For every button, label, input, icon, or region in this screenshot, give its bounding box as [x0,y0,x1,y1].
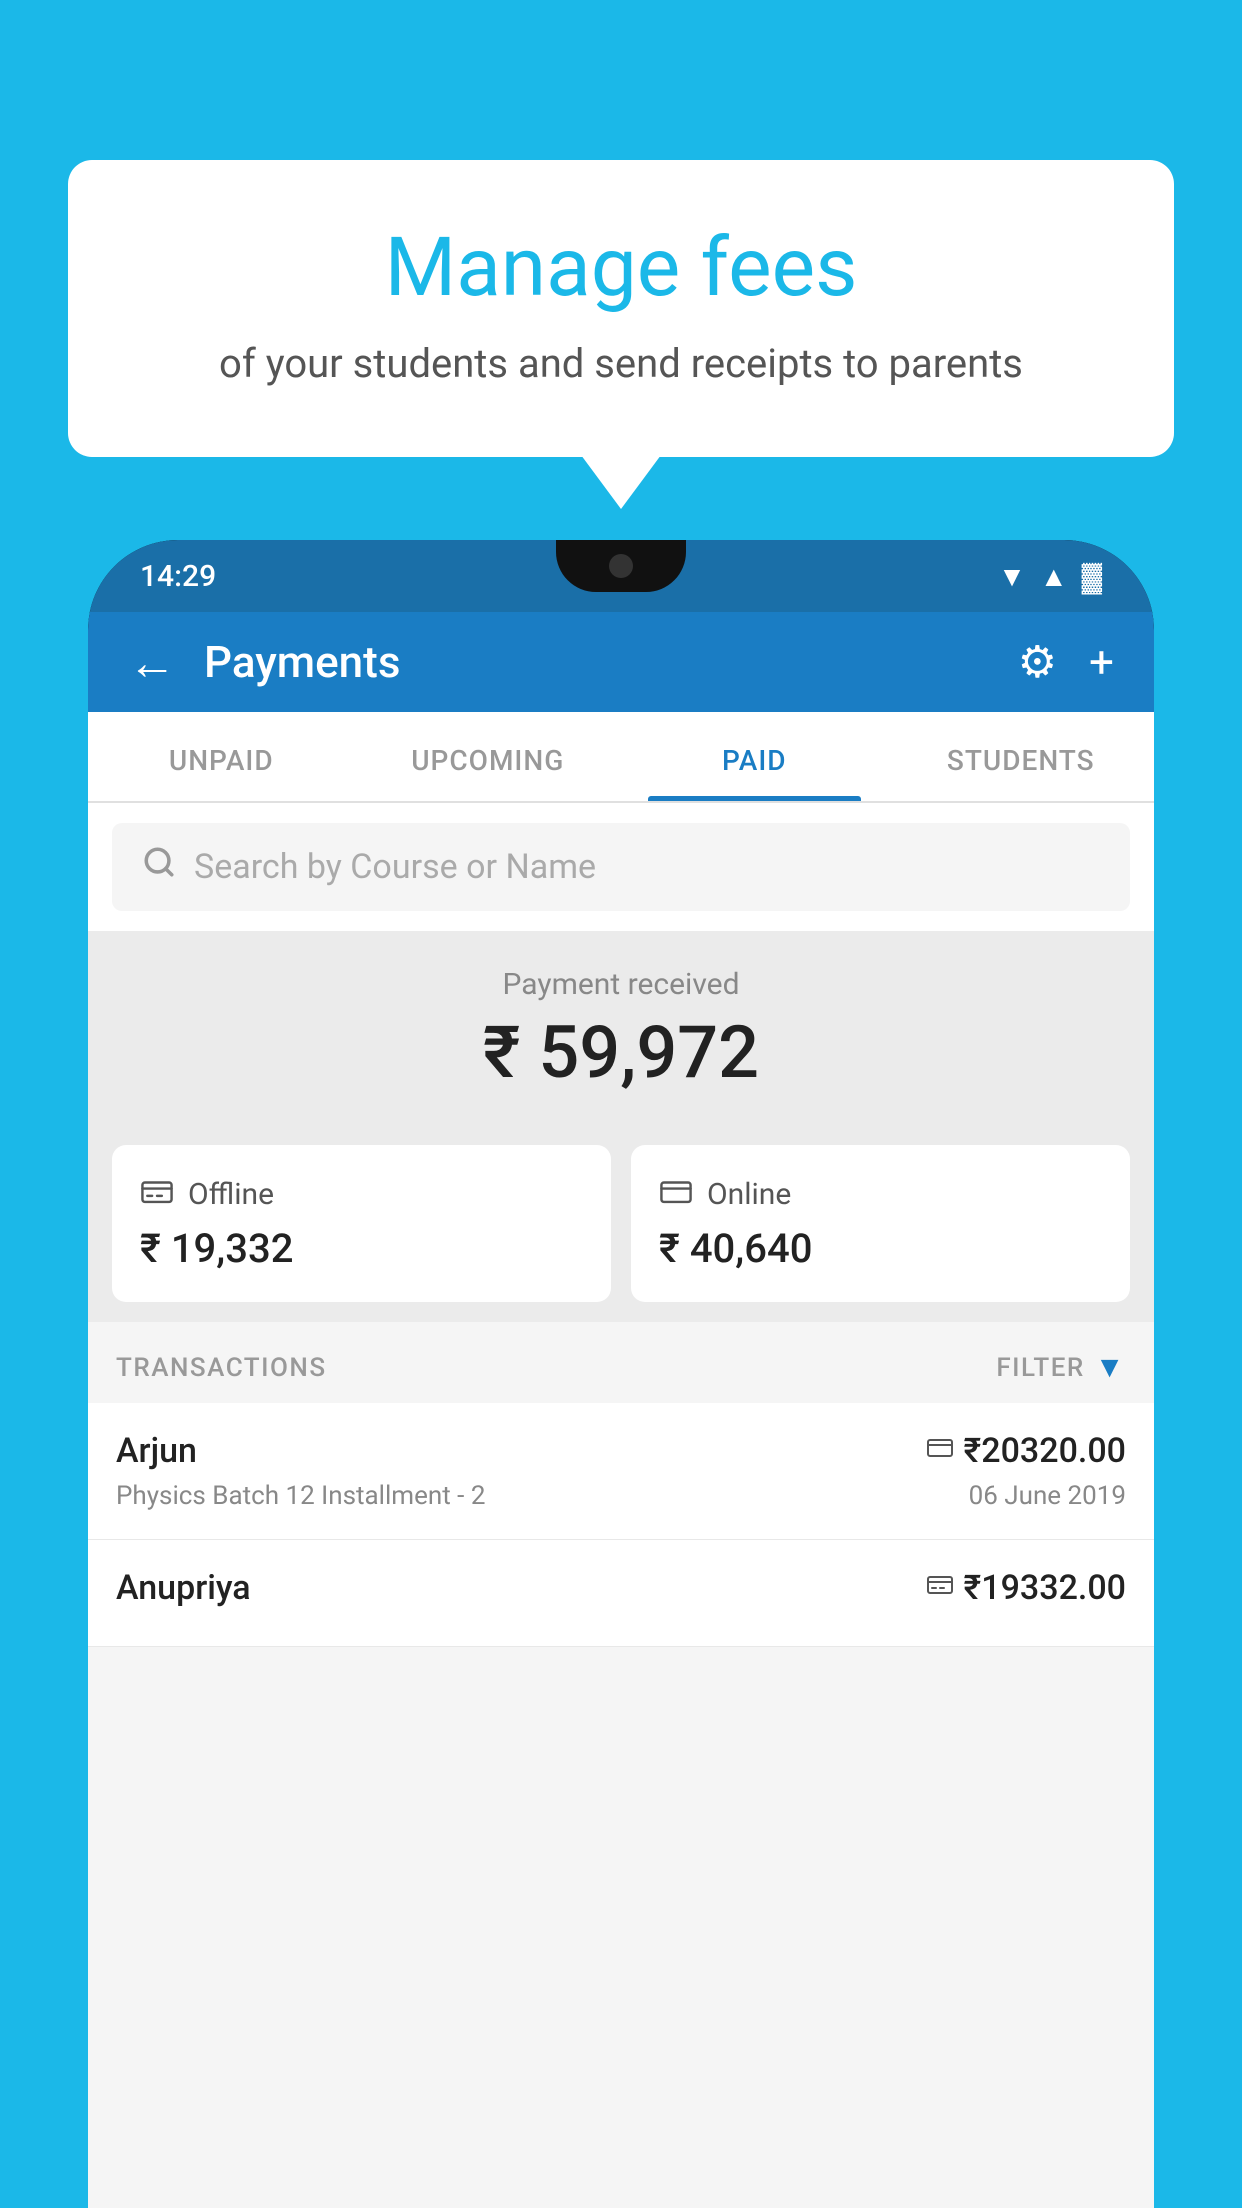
payment-cards: Offline ₹ 19,332 Online ₹ 4 [88,1125,1154,1322]
transaction-amount: ₹19332.00 [964,1568,1126,1608]
app-bar-icons: ⚙ + [1018,636,1114,688]
transaction-item[interactable]: Anupriya ₹19332.00 [88,1540,1154,1647]
tab-students[interactable]: STUDENTS [888,712,1155,801]
payment-received-section: Payment received ₹ 59,972 [88,931,1154,1125]
notch [556,540,686,592]
online-card: Online ₹ 40,640 [631,1145,1130,1302]
tab-upcoming[interactable]: UPCOMING [355,712,622,801]
transaction-row-bottom: Physics Batch 12 Installment - 2 06 June… [116,1481,1126,1511]
tab-paid[interactable]: PAID [621,712,888,801]
transactions-header: TRANSACTIONS FILTER ▼ [88,1322,1154,1403]
payment-received-label: Payment received [88,967,1154,1002]
speech-bubble-container: Manage fees of your students and send re… [68,160,1174,457]
bubble-title: Manage fees [148,220,1094,316]
transaction-row-top: Anupriya ₹19332.00 [116,1568,1126,1608]
online-label: Online [707,1177,791,1212]
transaction-date: 06 June 2019 [969,1481,1126,1511]
offline-card-header: Offline [140,1175,583,1213]
filter-text: FILTER [996,1353,1084,1383]
filter-icon: ▼ [1095,1350,1126,1385]
app-bar: ← Payments ⚙ + [88,612,1154,712]
transaction-item[interactable]: Arjun ₹20320.00 Physics [88,1403,1154,1540]
search-placeholder: Search by Course or Name [194,847,596,887]
tab-unpaid[interactable]: UNPAID [88,712,355,801]
phone-frame: 14:29 ▼ ▲ ▓ ← Payments ⚙ + UNPAID UPCOMI… [88,540,1154,2208]
signal-icon: ▲ [1040,560,1068,593]
transactions-label: TRANSACTIONS [116,1353,327,1383]
status-time: 14:29 [140,559,216,594]
camera [609,554,633,578]
battery-icon: ▓ [1082,560,1102,593]
bubble-subtitle: of your students and send receipts to pa… [148,340,1094,387]
status-bar: 14:29 ▼ ▲ ▓ [88,540,1154,612]
transaction-amount-wrap: ₹19332.00 [926,1568,1126,1608]
online-icon [659,1175,693,1213]
plus-icon[interactable]: + [1089,636,1114,688]
offline-label: Offline [188,1177,274,1212]
transaction-name: Anupriya [116,1568,251,1608]
online-card-header: Online [659,1175,1102,1213]
offline-card: Offline ₹ 19,332 [112,1145,611,1302]
offline-amount: ₹ 19,332 [140,1225,583,1272]
tabs-bar: UNPAID UPCOMING PAID STUDENTS [88,712,1154,803]
online-amount: ₹ 40,640 [659,1225,1102,1272]
offline-icon [140,1175,174,1213]
screen-content: Search by Course or Name Payment receive… [88,803,1154,2208]
wifi-icon: ▼ [998,560,1026,593]
filter-button[interactable]: FILTER ▼ [996,1350,1126,1385]
search-box[interactable]: Search by Course or Name [112,823,1130,911]
search-container: Search by Course or Name [88,803,1154,931]
gear-icon[interactable]: ⚙ [1018,636,1057,688]
phone-inner: 14:29 ▼ ▲ ▓ ← Payments ⚙ + UNPAID UPCOMI… [88,540,1154,2208]
payment-received-amount: ₹ 59,972 [88,1010,1154,1095]
transaction-amount-wrap: ₹20320.00 [926,1431,1126,1471]
transaction-course: Physics Batch 12 Installment - 2 [116,1481,485,1511]
status-icons: ▼ ▲ ▓ [998,560,1102,593]
transaction-amount: ₹20320.00 [964,1431,1126,1471]
search-icon [142,845,176,889]
back-button[interactable]: ← [128,634,176,691]
transaction-payment-icon-offline [926,1573,954,1603]
transaction-name: Arjun [116,1431,197,1471]
transaction-list: Arjun ₹20320.00 Physics [88,1403,1154,1647]
transaction-payment-icon [926,1436,954,1466]
transaction-row-top: Arjun ₹20320.00 [116,1431,1126,1471]
speech-bubble: Manage fees of your students and send re… [68,160,1174,457]
app-bar-title: Payments [204,636,1018,688]
